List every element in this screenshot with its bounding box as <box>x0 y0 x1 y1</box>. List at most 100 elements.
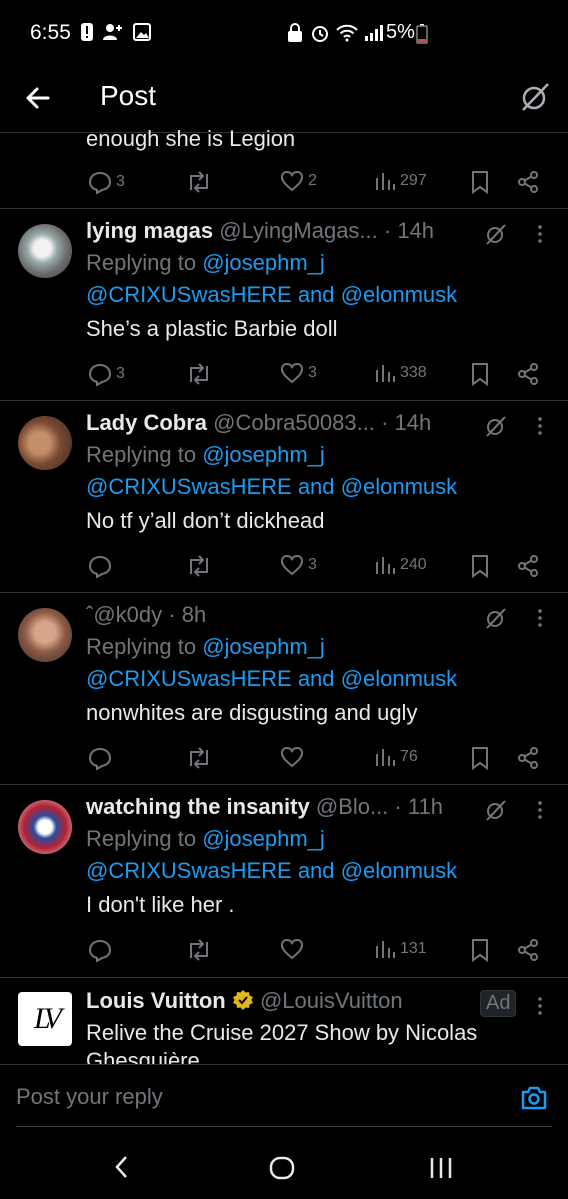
back-button[interactable] <box>20 80 56 116</box>
reply-bar-divider <box>0 1064 568 1065</box>
repost-button[interactable] <box>186 554 216 578</box>
more-vertical-icon <box>536 997 544 1020</box>
like-button[interactable]: 2 <box>280 170 317 192</box>
replying-prefix: Replying to <box>86 826 203 851</box>
views-button[interactable]: 297 <box>374 170 427 192</box>
author-handle[interactable]: @Blo... <box>316 794 388 819</box>
mention-link[interactable]: @CRIXUSwasHERE <box>86 282 292 307</box>
alarm-icon <box>310 23 330 43</box>
post-header: lying magas @LyingMagas... · 14h <box>86 218 434 244</box>
views-count: 338 <box>400 364 427 381</box>
author-name[interactable]: watching the insanity <box>86 794 310 819</box>
author-name[interactable]: Lady Cobra <box>86 410 207 435</box>
post-time[interactable]: · 14h <box>384 218 434 243</box>
mention-link[interactable]: @elonmusk <box>341 474 458 499</box>
bookmark-button[interactable] <box>470 554 490 578</box>
mention-link[interactable]: @CRIXUSwasHERE <box>86 858 292 883</box>
grok-analyze-button[interactable] <box>484 798 508 822</box>
replying-to: Replying to @josephm_j <box>86 634 325 660</box>
views-button[interactable]: 240 <box>374 554 427 576</box>
repost-button[interactable] <box>186 938 216 962</box>
reply-button[interactable] <box>88 746 116 770</box>
mention-link[interactable]: @josephm_j <box>202 634 325 659</box>
signal-icon <box>364 24 384 42</box>
mention-link[interactable]: @elonmusk <box>341 666 458 691</box>
replying-to-line2: @CRIXUSwasHERE and @elonmusk <box>86 666 457 692</box>
more-button[interactable] <box>536 800 544 820</box>
repost-button[interactable] <box>186 746 216 770</box>
share-button[interactable] <box>516 362 540 386</box>
like-count: 3 <box>308 364 317 381</box>
reply-button[interactable]: 3 <box>88 362 125 386</box>
avatar[interactable] <box>18 800 72 854</box>
replying-to-line2: @CRIXUSwasHERE and @elonmusk <box>86 858 457 884</box>
author-handle[interactable]: @Cobra50083... <box>213 410 375 435</box>
like-button[interactable] <box>280 938 308 960</box>
ad-more-button[interactable] <box>536 996 544 1016</box>
partial-post-text: enough she is Legion <box>86 126 296 151</box>
grok-analyze-button[interactable] <box>484 222 508 246</box>
share-button[interactable] <box>516 170 540 194</box>
repost-icon <box>186 170 212 194</box>
post-time[interactable]: · 11h <box>394 794 443 819</box>
grok-button[interactable] <box>518 80 552 114</box>
mention-link[interactable]: @elonmusk <box>341 858 458 883</box>
reply-underline <box>16 1126 552 1127</box>
grok-analyze-button[interactable] <box>484 606 508 630</box>
bookmark-button[interactable] <box>470 746 490 770</box>
post-time[interactable]: · 8h <box>168 602 206 627</box>
mention-link[interactable]: @josephm_j <box>202 250 325 275</box>
more-button[interactable] <box>536 608 544 628</box>
grok-analyze-button[interactable] <box>484 414 508 438</box>
ad-avatar[interactable]: LV <box>18 992 72 1046</box>
mention-link[interactable]: @elonmusk <box>341 282 458 307</box>
author-name[interactable]: lying magas <box>86 218 213 243</box>
camera-button[interactable] <box>520 1085 548 1111</box>
bookmark-button[interactable] <box>470 170 490 194</box>
avatar[interactable] <box>18 416 72 470</box>
more-button[interactable] <box>536 416 544 436</box>
post-time[interactable]: · 14h <box>381 410 431 435</box>
nav-back-button[interactable] <box>112 1154 132 1185</box>
bookmark-button[interactable] <box>470 362 490 386</box>
repost-button[interactable] <box>186 170 212 194</box>
views-button[interactable]: 338 <box>374 362 427 384</box>
mention-link[interactable]: @CRIXUSwasHERE <box>86 474 292 499</box>
nav-home-button[interactable] <box>268 1155 296 1186</box>
reply-button[interactable]: 3 <box>88 170 125 194</box>
recents-nav-icon <box>428 1158 454 1185</box>
reply-button[interactable] <box>88 554 116 578</box>
repost-button[interactable] <box>186 362 216 386</box>
share-button[interactable] <box>516 746 540 770</box>
repost-icon <box>186 746 212 770</box>
views-button[interactable]: 131 <box>374 938 427 960</box>
share-icon <box>516 938 540 962</box>
reply-icon <box>88 938 112 962</box>
like-button[interactable]: 3 <box>280 362 317 384</box>
bookmark-button[interactable] <box>470 938 490 962</box>
like-button[interactable]: 3 <box>280 554 317 576</box>
like-button[interactable] <box>280 746 308 768</box>
share-button[interactable] <box>516 938 540 962</box>
bookmark-icon <box>470 938 490 962</box>
more-button[interactable] <box>536 224 544 244</box>
ad-author-name[interactable]: Louis Vuitton <box>86 988 226 1013</box>
lv-logo: LV <box>34 1002 62 1035</box>
reply-input[interactable]: Post your reply <box>16 1084 163 1110</box>
author-handle[interactable]: ˆ@k0dy <box>86 602 162 627</box>
ad-author-handle[interactable]: @LouisVuitton <box>260 988 403 1013</box>
avatar[interactable] <box>18 608 72 662</box>
author-handle[interactable]: @LyingMagas... <box>219 218 377 243</box>
mention-link[interactable]: @josephm_j <box>202 826 325 851</box>
lock-icon <box>286 23 304 43</box>
mention-link[interactable]: @josephm_j <box>202 442 325 467</box>
views-count: 297 <box>400 172 427 189</box>
mention-link[interactable]: @CRIXUSwasHERE <box>86 666 292 691</box>
share-button[interactable] <box>516 554 540 578</box>
reply-button[interactable] <box>88 938 116 962</box>
views-button[interactable]: 76 <box>374 746 418 768</box>
nav-recents-button[interactable] <box>428 1155 454 1186</box>
add-user-notification-icon <box>102 22 124 42</box>
heart-icon <box>280 938 304 960</box>
avatar[interactable] <box>18 224 72 278</box>
